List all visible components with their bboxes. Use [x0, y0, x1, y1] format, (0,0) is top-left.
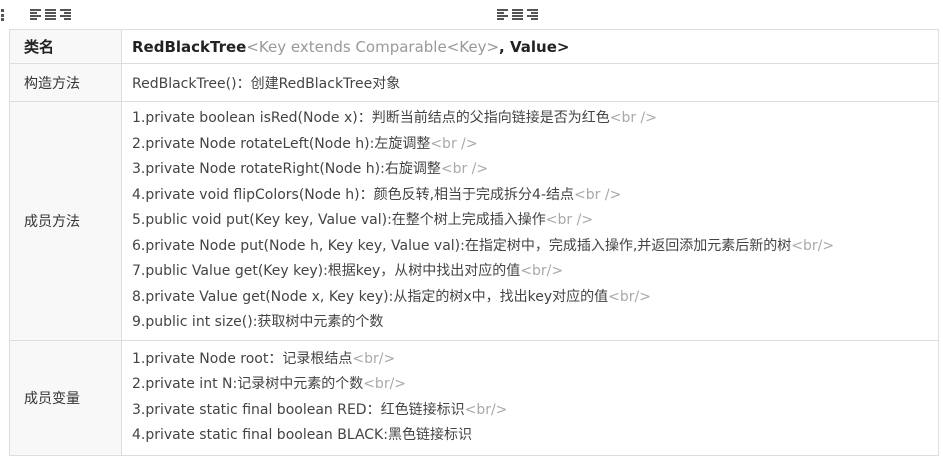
method-item: 8.private Value get(Node x, Key key):从指定…: [132, 285, 938, 311]
br-tag: <br/>: [520, 263, 564, 279]
method-item-text: 6.private Node put(Node h, Key key, Valu…: [132, 237, 792, 254]
variable-item: 2.private int N:记录树中元素的个数<br/>: [132, 372, 938, 398]
table-row-methods: 成员方法 1.private boolean isRed(Node x)：判断当…: [9, 101, 939, 341]
column-1-align-group: [30, 9, 71, 20]
variable-item: 4.private static final boolean BLACK:黑色链…: [132, 423, 938, 449]
method-item-text: 7.public Value get(Key key):根据key，从树中找出对…: [132, 263, 521, 279]
br-tag: <br />: [574, 186, 622, 203]
class-generic: <Key extends Comparable<Key>: [246, 37, 500, 56]
br-tag: <br/>: [791, 237, 835, 254]
variable-item: 3.private static final boolean RED：红色链接标…: [132, 398, 938, 424]
class-generic-tail: , Value>: [499, 37, 570, 56]
methods-list: 1.private boolean isRed(Node x)：判断当前结点的父…: [132, 102, 938, 340]
table-toolbar: [0, 0, 943, 30]
align-left-icon[interactable]: [497, 9, 508, 20]
method-item: 6.private Node put(Node h, Key key, Valu…: [132, 234, 938, 260]
variable-item-text: 3.private static final boolean RED：红色链接标…: [132, 401, 465, 418]
method-item-text: 2.private Node rotateLeft(Node h):左旋调整: [132, 135, 431, 152]
align-center-icon[interactable]: [45, 9, 56, 20]
align-right-icon[interactable]: [527, 9, 538, 20]
method-item-text: 1.private boolean isRed(Node x)：判断当前结点的父…: [132, 110, 610, 126]
br-tag: <br/>: [608, 288, 651, 305]
br-tag: <br />: [440, 161, 489, 177]
api-table: 类名 RedBlackTree<Key extends Comparable<K…: [9, 29, 939, 456]
table-row-class-name: 类名 RedBlackTree<Key extends Comparable<K…: [9, 29, 939, 64]
method-item: 3.private Node rotateRight(Node h):右旋调整<…: [132, 157, 938, 183]
method-item-text: 5.public void put(Key key, Value val):在整…: [132, 212, 546, 228]
constructor-text: RedBlackTree()：创建RedBlackTree对象: [121, 63, 939, 102]
class-name-label: 类名: [9, 29, 122, 64]
br-tag: <br/>: [352, 350, 396, 367]
column-2-align-group: [497, 9, 538, 20]
br-tag: <br />: [609, 110, 657, 126]
variable-item-text: 1.private Node root：记录根结点: [132, 350, 353, 367]
table-row-variables: 成员变量 1.private Node root：记录根结点<br/> 2.pri…: [9, 339, 939, 456]
variable-item: 1.private Node root：记录根结点<br/>: [132, 347, 938, 373]
methods-label: 成员方法: [9, 101, 122, 341]
method-item: 9.public int size():获取树中元素的个数: [132, 310, 938, 336]
method-item: 1.private boolean isRed(Node x)：判断当前结点的父…: [132, 106, 938, 132]
method-item: 4.private void flipColors(Node h)：颜色反转,相…: [132, 183, 938, 209]
align-center-icon[interactable]: [512, 9, 523, 20]
method-item: 5.public void put(Key key, Value val):在整…: [132, 208, 938, 234]
br-tag: <br />: [545, 212, 594, 228]
constructor-label: 构造方法: [9, 63, 122, 102]
variables-cell: 1.private Node root：记录根结点<br/> 2.private …: [121, 339, 939, 456]
variables-list: 1.private Node root：记录根结点<br/> 2.private …: [132, 345, 938, 451]
br-tag: <br />: [430, 135, 478, 152]
method-item: 2.private Node rotateLeft(Node h):左旋调整<b…: [132, 132, 938, 158]
method-item: 7.public Value get(Key key):根据key，从树中找出对…: [132, 259, 938, 285]
methods-cell: 1.private boolean isRed(Node x)：判断当前结点的父…: [121, 101, 939, 341]
variable-item-text: 2.private int N:记录树中元素的个数: [132, 376, 364, 392]
method-item-text: 8.private Value get(Node x, Key key):从指定…: [132, 288, 609, 305]
align-left-icon[interactable]: [30, 9, 41, 20]
br-tag: <br/>: [363, 376, 407, 392]
method-item-text: 3.private Node rotateRight(Node h):右旋调整: [132, 161, 441, 177]
align-right-icon[interactable]: [60, 9, 71, 20]
variable-item-text: 4.private static final boolean BLACK:黑色链…: [132, 427, 472, 443]
drag-handle-icon[interactable]: [1, 9, 4, 21]
br-tag: <br/>: [464, 401, 508, 418]
class-name-cell: RedBlackTree<Key extends Comparable<Key>…: [121, 29, 939, 64]
table-row-constructor: 构造方法 RedBlackTree()：创建RedBlackTree对象: [9, 63, 939, 102]
variables-label: 成员变量: [9, 339, 122, 456]
method-item-text: 9.public int size():获取树中元素的个数: [132, 314, 384, 330]
method-item-text: 4.private void flipColors(Node h)：颜色反转,相…: [132, 186, 575, 203]
class-name: RedBlackTree: [132, 37, 247, 56]
